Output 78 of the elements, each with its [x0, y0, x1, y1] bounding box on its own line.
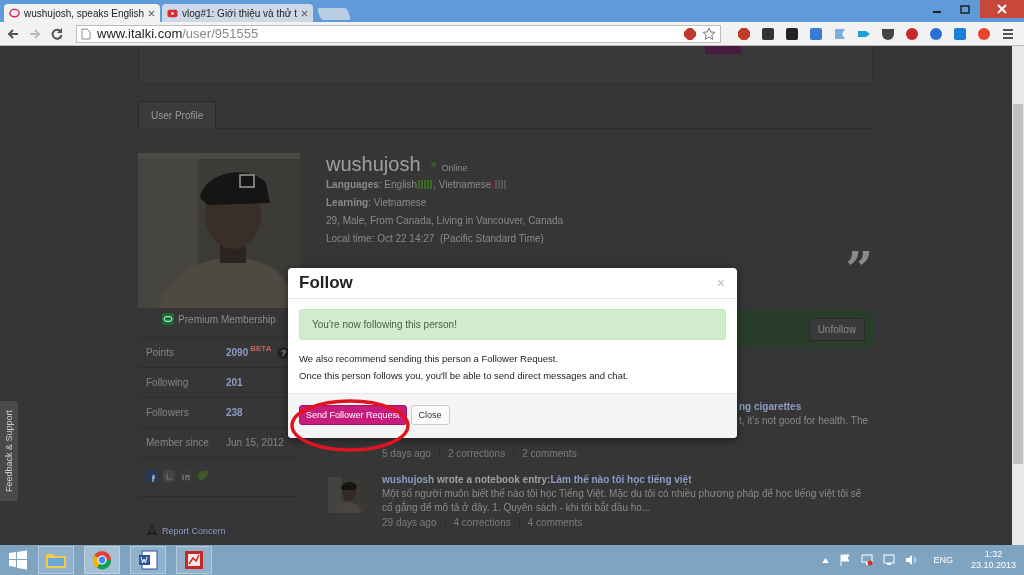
entry-title[interactable]: wushujosh wrote a notebook entry:Làm thế nào tôi học tiếng việt	[382, 473, 873, 487]
local-time: Local time: Oct 22 14:27 (Pacific Standard Time)	[326, 232, 545, 246]
taskbar-button[interactable]	[176, 546, 212, 574]
shield-icon[interactable]	[881, 26, 895, 41]
dialog-text: We also recommend sending this person a Follower Request.	[299, 352, 560, 366]
flag-icon[interactable]	[839, 554, 852, 566]
document-icon	[138, 550, 158, 570]
report-link[interactable]: Report Concern	[162, 525, 226, 536]
entry-text: t, it's not good for health. The	[739, 414, 870, 428]
clock-time[interactable]: 1:32	[984, 549, 1003, 560]
monitor-icon[interactable]	[883, 554, 896, 566]
languages-line: Languages: English , Vietnamese	[326, 176, 873, 194]
stat-label: Member since	[146, 437, 210, 448]
close-button[interactable]: Close	[410, 405, 450, 425]
status-label: Online	[441, 163, 468, 173]
scrollbar[interactable]	[1012, 46, 1024, 545]
clock-date[interactable]: 23.10.2013	[970, 560, 1016, 571]
windows-logo-icon[interactable]	[8, 550, 28, 570]
entry-meta[interactable]: 4 corrections	[444, 517, 519, 528]
speech-bubble-icon	[9, 7, 20, 19]
membership-label: Premium Membership	[178, 313, 276, 325]
taskbar-button[interactable]	[84, 546, 120, 574]
circle-icon[interactable]	[905, 26, 919, 41]
square-icon[interactable]	[785, 26, 799, 41]
close-icon[interactable]	[980, 0, 1024, 18]
browser-tab[interactable]: wushujosh, speaks English	[4, 4, 161, 22]
back-icon[interactable]	[6, 26, 20, 41]
menu-icon[interactable]	[1001, 26, 1015, 41]
speaker-icon[interactable]	[905, 554, 918, 566]
octagon-icon[interactable]	[737, 26, 751, 41]
entry-meta[interactable]: 2 corrections	[438, 448, 514, 459]
stat-label: Points	[146, 347, 175, 358]
stat-label: Followers	[146, 407, 190, 418]
flag-icon[interactable]	[833, 26, 847, 41]
star-icon[interactable]	[702, 26, 716, 41]
network-icon[interactable]	[861, 554, 874, 566]
stat-label: Following	[146, 377, 190, 388]
folder-icon	[45, 551, 67, 569]
stat-value[interactable]: 2090	[226, 347, 249, 358]
stat-value[interactable]: 201	[226, 377, 243, 388]
stat-value: Jun 15, 2012	[226, 437, 284, 448]
stat-value[interactable]: 238	[226, 407, 243, 418]
feedback-tab[interactable]: Feedback & Support	[0, 401, 18, 501]
facebook-icon[interactable]	[146, 470, 158, 482]
taskbar-button[interactable]	[130, 546, 166, 574]
square-icon[interactable]	[761, 26, 775, 41]
entry-meta[interactable]: 2 comments	[513, 448, 585, 459]
caret-up-icon[interactable]	[822, 557, 830, 563]
entry-text: Một số người muôn biết thế nào tôi học Tiếng Việt. Mặc du tôi có nhiều phương pháp để học tiếng việt tôi sẽ cố gắng để mô tả ở đây. 1. Quyên sách - khi tôi bắt đầu ho...	[382, 487, 863, 515]
close-icon[interactable]	[148, 9, 156, 17]
circle-icon[interactable]	[977, 26, 991, 41]
unfollow-button[interactable]: Unfollow	[808, 317, 865, 341]
reload-icon[interactable]	[50, 26, 64, 41]
dialog-title: Follow	[299, 273, 353, 293]
profile-tab[interactable]: User Profile	[138, 101, 217, 129]
page-icon	[81, 27, 91, 40]
send-request-button[interactable]: Send Follower Request	[299, 405, 407, 425]
chart-square-icon	[184, 550, 204, 570]
quote-mark: ”	[845, 242, 873, 300]
octagon-icon[interactable]	[684, 27, 696, 40]
close-icon[interactable]	[301, 9, 309, 17]
entry-meta: 5 days ago	[382, 448, 432, 459]
entry-meta[interactable]: 4 comments	[518, 517, 591, 528]
language-indicator[interactable]: ENG	[933, 555, 953, 565]
address-bar[interactable]: www.italki.com/user/951555	[76, 24, 721, 43]
help-icon[interactable]: ?	[277, 346, 290, 359]
success-message: You're now following this person!	[299, 309, 726, 340]
play-icon	[167, 7, 179, 19]
learning-line: Learning: Vietnamese	[326, 196, 428, 210]
entry-title[interactable]: ng cigarettes	[739, 400, 873, 414]
beta-tag: BETA	[250, 344, 272, 353]
details-line: 29, Male, From Canada, Living in Vancouver, Canada	[326, 214, 565, 228]
scroll-thumb[interactable]	[1013, 104, 1023, 464]
username: wushujosh	[326, 153, 421, 176]
dialog-text: Once this person follows you, you'll be able to send direct messages and chat.	[299, 369, 630, 383]
entry-meta: 29 days ago	[382, 517, 438, 528]
browser-tab[interactable]: vlog#1: Giới thiệu và thử t	[162, 4, 314, 22]
circle-icon	[92, 550, 112, 570]
